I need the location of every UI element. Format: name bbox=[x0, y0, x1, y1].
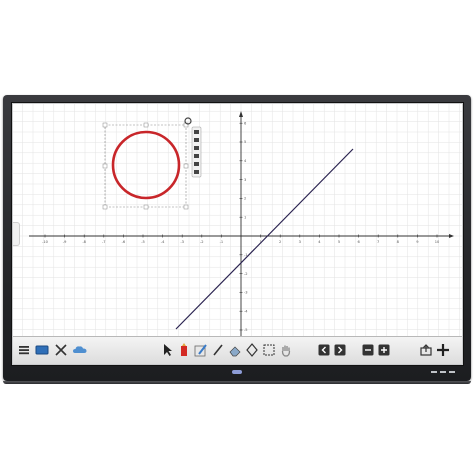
coordinate-axes bbox=[29, 111, 454, 336]
y-tick-label: 4 bbox=[244, 159, 247, 163]
status-leds bbox=[431, 371, 455, 373]
x-tick-label: 3 bbox=[299, 240, 301, 244]
pen-icon[interactable] bbox=[177, 342, 191, 358]
x-tick-label: 6 bbox=[357, 240, 360, 244]
y-tick-label: 6 bbox=[244, 121, 247, 125]
side-panel-handle[interactable] bbox=[13, 222, 20, 246]
selection-box[interactable] bbox=[104, 124, 187, 208]
display-frame: -10 -9 -8 -7 -6 -5 -4 -3 -2 -1 1 2 3 4 5 6 7 8 9 10 654321-… bbox=[11, 102, 464, 366]
menu-flip-icon[interactable] bbox=[194, 154, 199, 158]
menu-copy-icon[interactable] bbox=[194, 130, 199, 134]
display-bottom-edge bbox=[3, 381, 471, 384]
screenshot-icon[interactable] bbox=[261, 342, 277, 358]
selected-circle-object[interactable] bbox=[102, 117, 202, 210]
x-tick-label: 9 bbox=[416, 240, 419, 244]
menu-delete-icon[interactable] bbox=[194, 170, 199, 174]
y-tick-label: -2 bbox=[244, 272, 248, 276]
x-tick-label: -7 bbox=[102, 240, 106, 244]
x-tick-label: -9 bbox=[63, 240, 67, 244]
red-circle[interactable] bbox=[111, 130, 181, 200]
x-tick-label: 5 bbox=[338, 240, 340, 244]
resize-handle[interactable] bbox=[143, 204, 149, 210]
zoom-in-icon[interactable] bbox=[377, 342, 391, 358]
line-tool-icon[interactable] bbox=[211, 342, 225, 358]
x-tick-label: -5 bbox=[141, 240, 145, 244]
whiteboard-screen[interactable]: -10 -9 -8 -7 -6 -5 -4 -3 -2 -1 1 2 3 4 5 6 7 8 9 10 654321-… bbox=[13, 104, 462, 364]
x-tick-label: -4 bbox=[161, 240, 165, 244]
next-page-icon[interactable] bbox=[333, 342, 347, 358]
eraser-icon[interactable] bbox=[227, 342, 243, 358]
export-icon[interactable] bbox=[419, 342, 433, 358]
x-tick-label: 2 bbox=[279, 240, 281, 244]
display-bezel: -10 -9 -8 -7 -6 -5 -4 -3 -2 -1 1 2 3 4 5 6 7 8 9 10 654321-… bbox=[3, 95, 471, 381]
shape-icon[interactable] bbox=[245, 342, 259, 358]
add-page-icon[interactable] bbox=[435, 342, 451, 358]
y-tick-label: -3 bbox=[244, 291, 248, 295]
object-context-menu[interactable] bbox=[191, 126, 202, 178]
y-tick-label: 5 bbox=[244, 140, 246, 144]
x-tick-label: 8 bbox=[397, 240, 400, 244]
resize-handle[interactable] bbox=[102, 204, 108, 210]
x-tick-label: -10 bbox=[42, 240, 49, 244]
x-tick-label: -2 bbox=[200, 240, 204, 244]
tools-icon[interactable] bbox=[53, 342, 69, 358]
x-tick-label: -3 bbox=[180, 240, 184, 244]
x-axis-arrow bbox=[449, 234, 454, 238]
linear-graph-line[interactable] bbox=[175, 148, 354, 330]
whiteboard-canvas[interactable]: -10 -9 -8 -7 -6 -5 -4 -3 -2 -1 1 2 3 4 5 6 7 8 9 10 654321-… bbox=[13, 104, 462, 336]
text-icon[interactable] bbox=[193, 342, 209, 358]
hand-icon[interactable] bbox=[279, 342, 293, 358]
y-axis-arrow bbox=[239, 111, 243, 117]
resize-handle[interactable] bbox=[183, 204, 189, 210]
brand-logo-icon bbox=[232, 370, 242, 374]
y-tick-label: 1 bbox=[244, 215, 246, 219]
bottom-toolbar bbox=[13, 336, 462, 364]
resize-handle[interactable] bbox=[143, 122, 149, 128]
y-tick-label: -4 bbox=[244, 309, 248, 313]
x-tick-label: -8 bbox=[82, 240, 86, 244]
x-tick-label: -6 bbox=[122, 240, 126, 244]
menu-icon[interactable] bbox=[17, 342, 31, 358]
resize-handle[interactable] bbox=[183, 163, 189, 169]
cloud-icon[interactable] bbox=[71, 342, 89, 358]
x-tick-label: -1 bbox=[220, 240, 224, 244]
grid bbox=[13, 104, 462, 336]
y-tick-label: -5 bbox=[244, 328, 248, 332]
display-icon[interactable] bbox=[34, 342, 50, 358]
pointer-icon[interactable] bbox=[161, 342, 175, 358]
x-tick-label: 7 bbox=[377, 240, 379, 244]
y-tick-label: 3 bbox=[244, 178, 246, 182]
x-tick-label: 4 bbox=[318, 240, 321, 244]
menu-lock-icon[interactable] bbox=[194, 146, 199, 150]
zoom-out-icon[interactable] bbox=[361, 342, 375, 358]
menu-layer-icon[interactable] bbox=[194, 138, 199, 142]
x-tick-label: 10 bbox=[435, 240, 440, 244]
resize-handle[interactable] bbox=[102, 163, 108, 169]
prev-page-icon[interactable] bbox=[317, 342, 331, 358]
menu-color-icon[interactable] bbox=[194, 162, 199, 166]
y-tick-label: 2 bbox=[244, 197, 246, 201]
resize-handle[interactable] bbox=[102, 122, 108, 128]
